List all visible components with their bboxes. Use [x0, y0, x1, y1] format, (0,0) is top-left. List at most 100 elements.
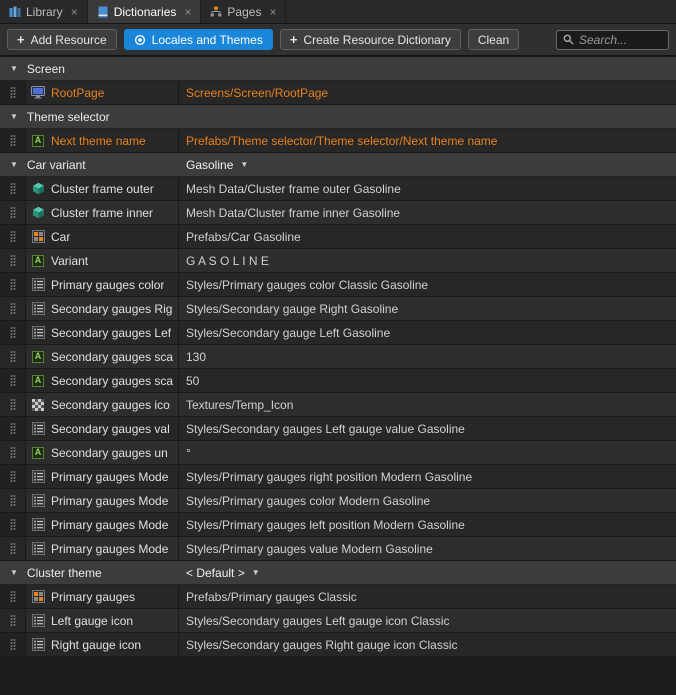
- row-value: Prefabs/Theme selector/Theme selector/Ne…: [179, 129, 676, 152]
- section-header-cluster-theme[interactable]: ▼Cluster theme< Default >▼: [0, 561, 676, 585]
- table-row[interactable]: AVariantG A S O L I N E: [0, 249, 676, 273]
- text-icon: A: [31, 254, 45, 268]
- section-header-car-variant[interactable]: ▼Car variantGasoline▼: [0, 153, 676, 177]
- style-icon: [31, 422, 45, 436]
- drag-handle-icon[interactable]: [0, 345, 26, 368]
- create-resource-dictionary-button[interactable]: + Create Resource Dictionary: [280, 29, 461, 50]
- expander-icon[interactable]: ▼: [10, 569, 18, 577]
- table-row[interactable]: Right gauge iconStyles/Secondary gauges …: [0, 633, 676, 657]
- table-row[interactable]: RootPageScreens/Screen/RootPage: [0, 81, 676, 105]
- drag-handle-icon[interactable]: [0, 537, 26, 560]
- tab-dictionaries[interactable]: Dictionaries×: [88, 0, 202, 23]
- table-row[interactable]: CarPrefabs/Car Gasoline: [0, 225, 676, 249]
- add-resource-button[interactable]: + Add Resource: [7, 29, 117, 50]
- drag-handle-icon[interactable]: [0, 321, 26, 344]
- section-header-theme-selector[interactable]: ▼Theme selector: [0, 105, 676, 129]
- table-row[interactable]: Secondary gauges icoTextures/Temp_Icon: [0, 393, 676, 417]
- table-row[interactable]: Secondary gauges valStyles/Secondary gau…: [0, 417, 676, 441]
- tab-pages[interactable]: Pages ×: [201, 0, 286, 23]
- style-icon: [31, 326, 45, 340]
- style-icon: [31, 542, 45, 556]
- search-input[interactable]: [579, 33, 662, 47]
- row-name-cell: ASecondary gauges un: [26, 441, 179, 464]
- search-box[interactable]: [556, 30, 669, 50]
- row-name: Primary gauges Mode: [51, 542, 168, 556]
- row-name-cell: RootPage: [26, 81, 179, 104]
- row-name: Primary gauges: [51, 590, 135, 604]
- row-value: Prefabs/Car Gasoline: [179, 225, 676, 248]
- table-row[interactable]: Secondary gauges RigStyles/Secondary gau…: [0, 297, 676, 321]
- row-name: Secondary gauges Rig: [51, 302, 172, 316]
- row-value: Prefabs/Primary gauges Classic: [179, 585, 676, 608]
- tab-library[interactable]: Library×: [0, 0, 88, 23]
- style-icon: [31, 278, 45, 292]
- drag-handle-icon[interactable]: [0, 585, 26, 608]
- library-icon: [9, 6, 21, 18]
- row-name: Next theme name: [51, 134, 146, 148]
- drag-handle-icon[interactable]: [0, 489, 26, 512]
- table-row[interactable]: ANext theme namePrefabs/Theme selector/T…: [0, 129, 676, 153]
- row-name: Secondary gauges un: [51, 446, 168, 460]
- drag-handle-icon[interactable]: [0, 297, 26, 320]
- table-row[interactable]: Cluster frame innerMesh Data/Cluster fra…: [0, 201, 676, 225]
- section-header-left: ▼Car variant: [0, 158, 179, 172]
- tab-label: Pages: [227, 5, 261, 19]
- drag-handle-icon[interactable]: [0, 249, 26, 272]
- prefab-icon: [31, 590, 45, 604]
- table-row[interactable]: ASecondary gauges un°: [0, 441, 676, 465]
- table-row[interactable]: Primary gauges Mode Styles/Primary gauges…: [0, 513, 676, 537]
- row-name: Secondary gauges Lef: [51, 326, 171, 340]
- expander-icon[interactable]: ▼: [10, 161, 18, 169]
- table-row[interactable]: Primary gauges Prefabs/Primary gauges Cla…: [0, 585, 676, 609]
- table-row[interactable]: ASecondary gauges sca50: [0, 369, 676, 393]
- section-header-left: ▼Theme selector: [0, 110, 179, 124]
- row-name-cell: Primary gauges Mode: [26, 465, 179, 488]
- drag-handle-icon[interactable]: [0, 465, 26, 488]
- table-row[interactable]: Cluster frame outerMesh Data/Cluster fra…: [0, 177, 676, 201]
- resource-table: ▼ScreenRootPageScreens/Screen/RootPage ▼T…: [0, 57, 676, 657]
- drag-handle-icon[interactable]: [0, 225, 26, 248]
- drag-handle-icon[interactable]: [0, 609, 26, 632]
- section-dropdown[interactable]: Gasoline▼: [179, 158, 248, 172]
- table-row[interactable]: Primary gauges colorStyles/Primary gauge…: [0, 273, 676, 297]
- table-row[interactable]: Primary gauges ModeStyles/Primary gauges…: [0, 489, 676, 513]
- drag-handle-icon[interactable]: [0, 417, 26, 440]
- dictionaries-icon: [97, 6, 109, 18]
- row-name: Secondary gauges sca: [51, 350, 173, 364]
- table-row[interactable]: Secondary gauges LefStyles/Secondary gau…: [0, 321, 676, 345]
- drag-handle-icon[interactable]: [0, 273, 26, 296]
- style-icon: [31, 614, 45, 628]
- prefab-icon: [31, 230, 45, 244]
- section-header-screen[interactable]: ▼Screen: [0, 57, 676, 81]
- drag-handle-icon[interactable]: [0, 201, 26, 224]
- table-row[interactable]: Primary gauges ModeStyles/Primary gauges…: [0, 537, 676, 561]
- drag-handle-icon[interactable]: [0, 393, 26, 416]
- drag-handle-icon[interactable]: [0, 441, 26, 464]
- expander-icon[interactable]: ▼: [10, 65, 18, 73]
- row-name: Primary gauges Mode: [51, 518, 168, 532]
- chevron-down-icon: ▼: [240, 161, 248, 169]
- plus-icon: +: [17, 33, 25, 46]
- table-row[interactable]: ASecondary gauges sca130: [0, 345, 676, 369]
- drag-handle-icon[interactable]: [0, 177, 26, 200]
- mesh-icon: [31, 206, 45, 220]
- table-row[interactable]: Left gauge iconStyles/Secondary gauges L…: [0, 609, 676, 633]
- drag-handle-icon[interactable]: [0, 129, 26, 152]
- row-name: Secondary gauges sca: [51, 374, 173, 388]
- clean-button[interactable]: Clean: [468, 29, 519, 50]
- tab-close-icon[interactable]: ×: [269, 6, 276, 18]
- locales-themes-button[interactable]: Locales and Themes: [124, 29, 273, 50]
- table-row[interactable]: Primary gauges ModeStyles/Primary gauges…: [0, 465, 676, 489]
- drag-handle-icon[interactable]: [0, 513, 26, 536]
- expander-icon[interactable]: ▼: [10, 113, 18, 121]
- section-dropdown[interactable]: < Default >▼: [179, 566, 260, 580]
- row-name-cell: Right gauge icon: [26, 633, 179, 656]
- row-name-cell: Secondary gauges Lef: [26, 321, 179, 344]
- drag-handle-icon[interactable]: [0, 81, 26, 104]
- row-value: Styles/Secondary gauges Left gauge value…: [179, 417, 676, 440]
- drag-handle-icon[interactable]: [0, 633, 26, 656]
- tab-close-icon[interactable]: ×: [184, 6, 191, 18]
- drag-handle-icon[interactable]: [0, 369, 26, 392]
- row-value: Styles/Primary gauges left position Mode…: [179, 513, 676, 536]
- tab-close-icon[interactable]: ×: [71, 6, 78, 18]
